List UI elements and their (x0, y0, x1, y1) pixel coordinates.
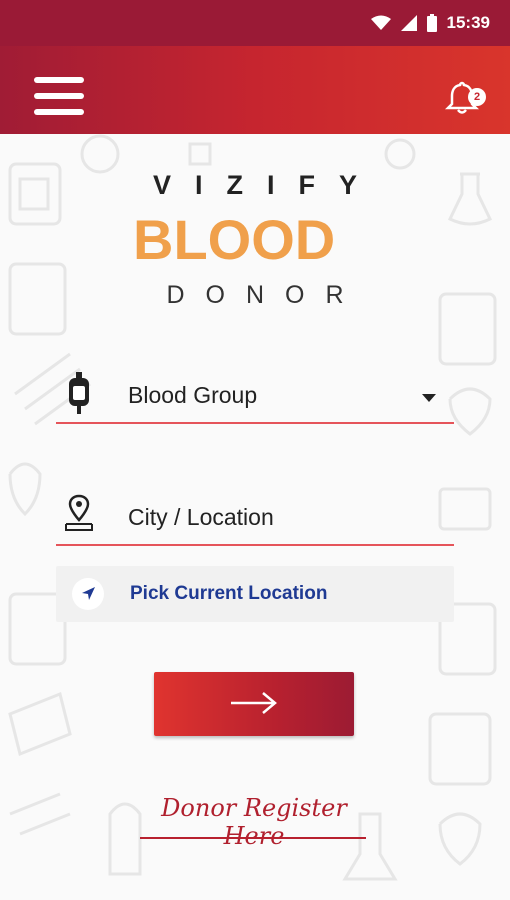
login-content: VIZIFY BLOOD DONOR Blood Group City / Lo… (0, 134, 510, 900)
pick-current-location-button[interactable]: Pick Current Location (56, 566, 454, 622)
cell-signal-icon (400, 15, 417, 31)
notification-badge: 2 (468, 88, 486, 106)
blood-group-select[interactable]: Blood Group (56, 364, 454, 424)
location-underline (56, 544, 454, 546)
blood-group-label: Blood Group (128, 382, 258, 408)
blood-logo: BLOOD (133, 209, 335, 269)
arrow-right-icon (231, 691, 277, 714)
location-pin-icon (65, 494, 93, 531)
app-bar: 2 (0, 46, 510, 134)
menu-button[interactable] (34, 77, 84, 115)
logo-brand-text: VIZIFY (152, 170, 381, 200)
city-location-input[interactable]: City / Location (56, 486, 454, 546)
navigation-arrow-icon (82, 587, 95, 600)
wifi-icon (370, 15, 391, 30)
logo-blood-text: BLOOD (133, 209, 335, 269)
menu-icon (34, 77, 84, 83)
city-location-label: City / Location (128, 504, 274, 530)
notifications-button[interactable]: 2 (444, 80, 488, 120)
pick-current-location-label: Pick Current Location (130, 583, 328, 604)
blood-group-underline (56, 422, 454, 424)
donor-register-link[interactable]: Donor Register Here (138, 794, 370, 850)
blood-bag-icon (69, 372, 89, 414)
logo-sub-text: DONOR (166, 281, 365, 309)
chevron-down-icon (422, 394, 436, 402)
submit-button[interactable] (154, 672, 354, 736)
status-bar: 15:39 (0, 0, 510, 46)
battery-icon (426, 14, 437, 32)
register-underline (140, 837, 366, 839)
status-time: 15:39 (446, 13, 490, 32)
